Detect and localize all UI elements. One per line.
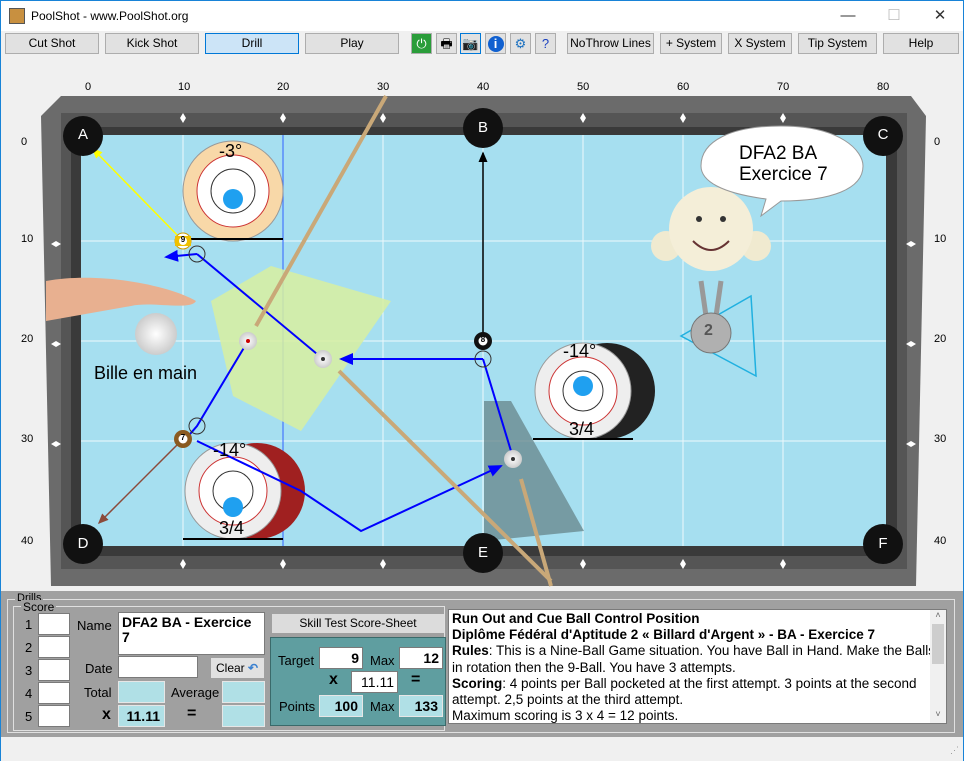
points-label: Points	[279, 699, 316, 714]
drill-button[interactable]: Drill	[205, 33, 299, 54]
max-points-label: Max	[370, 699, 395, 714]
total-value	[118, 681, 165, 703]
rules-text: Rules: This is a Nine-Ball Game situatio…	[452, 643, 943, 675]
date-label: Date	[85, 661, 113, 676]
pocket-a[interactable]: A	[76, 126, 90, 143]
undo-icon: ↶	[248, 661, 259, 675]
help-document-icon[interactable]: ?	[535, 33, 556, 54]
description-scrollbar[interactable]: ˄ ˅	[930, 610, 946, 723]
equals-sign: =	[187, 705, 197, 722]
scoring-body: : 4 points per Ball pocketed at the firs…	[452, 675, 917, 708]
row-number: 4	[25, 686, 33, 701]
score-input-2[interactable]	[38, 636, 70, 658]
status-bar: ⋰	[1, 737, 963, 761]
spin-angle: -14°	[213, 440, 247, 460]
total-label: Total	[84, 685, 112, 700]
clear-label: Clear	[216, 661, 245, 675]
tip-system-button[interactable]: Tip System	[798, 33, 877, 54]
scroll-down-icon[interactable]: ˅	[930, 709, 946, 723]
pocket-e[interactable]: E	[476, 544, 490, 561]
score-input-1[interactable]	[38, 613, 70, 635]
max-scoring-text: Maximum scoring is 3 x 4 = 12 points.	[452, 708, 679, 724]
average-value	[222, 681, 265, 703]
score-input-4[interactable]	[38, 682, 70, 704]
description-subtitle: Diplôme Fédéral d'Aptitude 2 « Billard d…	[452, 627, 876, 643]
clear-button[interactable]: Clear ↶	[211, 658, 264, 678]
pocket-f[interactable]: F	[876, 535, 890, 552]
cut-shot-button[interactable]: Cut Shot	[5, 33, 99, 54]
rules-body: : This is a Nine-Ball Game situation. Yo…	[452, 643, 936, 675]
row-number: 1	[25, 617, 33, 632]
multiply-sign: x	[329, 671, 338, 688]
score-sheet-button[interactable]: Skill Test Score-Sheet	[272, 614, 444, 633]
pocket-c[interactable]: C	[876, 126, 890, 143]
score-group-label: Score	[21, 600, 57, 614]
name-input[interactable]: DFA2 BA - Exercice 7	[118, 612, 265, 655]
equals-sign: =	[411, 671, 421, 688]
nothrow-lines-button[interactable]: NoThrow Lines	[567, 33, 654, 54]
scroll-thumb[interactable]	[932, 624, 944, 664]
multiply-sign: x	[102, 706, 111, 723]
pool-table[interactable]	[1, 57, 963, 591]
maximize-button[interactable]: ☐	[871, 1, 917, 31]
score-input-3[interactable]	[38, 659, 70, 681]
spin-fraction: 3/4	[219, 518, 245, 538]
pocket-d[interactable]: D	[76, 535, 90, 552]
row-number: 2	[25, 640, 33, 655]
scoring-label: Scoring	[452, 675, 503, 691]
target-input[interactable]: 9	[319, 647, 363, 669]
average-label: Average	[171, 685, 220, 700]
name-label: Name	[77, 618, 112, 633]
rules-label: Rules	[452, 643, 489, 659]
ball-8-label: 8	[480, 335, 486, 344]
kick-shot-button[interactable]: Kick Shot	[105, 33, 199, 54]
title-bar: PoolShot - www.PoolShot.org — ☐ ✕	[1, 1, 963, 31]
pool-table-canvas[interactable]: 0 10 20 30 40 50 60 70 80 0 10 20 30 40 …	[1, 57, 963, 591]
score-input-5[interactable]	[38, 705, 70, 727]
app-icon	[9, 8, 25, 24]
bubble-line: DFA2 BA	[739, 143, 818, 164]
help-button[interactable]: Help	[883, 33, 959, 54]
gear-icon[interactable]: ⚙	[510, 33, 531, 54]
resize-grip-icon[interactable]: ⋰	[950, 745, 959, 756]
target-label: Target	[278, 653, 315, 668]
plus-system-button[interactable]: + System	[660, 33, 722, 54]
pocket-b[interactable]: B	[476, 119, 490, 136]
description-title: Run Out and Cue Ball Control Position	[452, 611, 700, 626]
multiplier-value: 11.11	[118, 705, 165, 727]
minimize-button[interactable]: —	[825, 1, 871, 31]
max-input[interactable]: 12	[399, 647, 443, 669]
drill-description[interactable]: Run Out and Cue Ball Control Position Di…	[448, 609, 947, 724]
result-value	[222, 705, 265, 727]
medal-number: 2	[704, 322, 713, 339]
points-value: 100	[319, 695, 363, 717]
max-label: Max	[370, 653, 395, 668]
info-icon[interactable]: i	[485, 33, 506, 54]
toolbar: Cut Shot Kick Shot Drill Play ⏻ 🖶 📷 i ⚙ …	[1, 31, 963, 57]
ball-in-hand[interactable]	[135, 313, 177, 355]
camera-icon[interactable]: 📷	[460, 33, 481, 54]
x-system-button[interactable]: X System	[728, 33, 792, 54]
date-input[interactable]	[118, 656, 198, 678]
ball-7-label: 7	[180, 433, 186, 442]
max-points-value: 133	[399, 695, 443, 717]
printer-icon[interactable]: 🖶	[436, 33, 457, 54]
play-button[interactable]: Play	[305, 33, 399, 54]
scoring-text: Scoring: 4 points per Ball pocketed at t…	[452, 676, 943, 708]
sheet-multiplier[interactable]: 11.11	[351, 671, 398, 693]
window-title: PoolShot - www.PoolShot.org	[31, 9, 189, 23]
bubble-text: DFA2 BA Exercice 7	[739, 143, 828, 185]
row-number: 5	[25, 709, 33, 724]
close-button[interactable]: ✕	[917, 1, 963, 31]
scroll-up-icon[interactable]: ˄	[930, 610, 946, 624]
power-icon[interactable]: ⏻	[411, 33, 432, 54]
spin-angle: -14°	[563, 341, 597, 361]
ball-in-hand-label: Bille en main	[94, 363, 198, 383]
ball-9-label: 9	[180, 235, 186, 244]
row-number: 3	[25, 663, 33, 678]
spin-angle: -3°	[219, 141, 243, 161]
bubble-line: Exercice 7	[739, 164, 828, 185]
spin-fraction: 3/4	[569, 419, 595, 439]
